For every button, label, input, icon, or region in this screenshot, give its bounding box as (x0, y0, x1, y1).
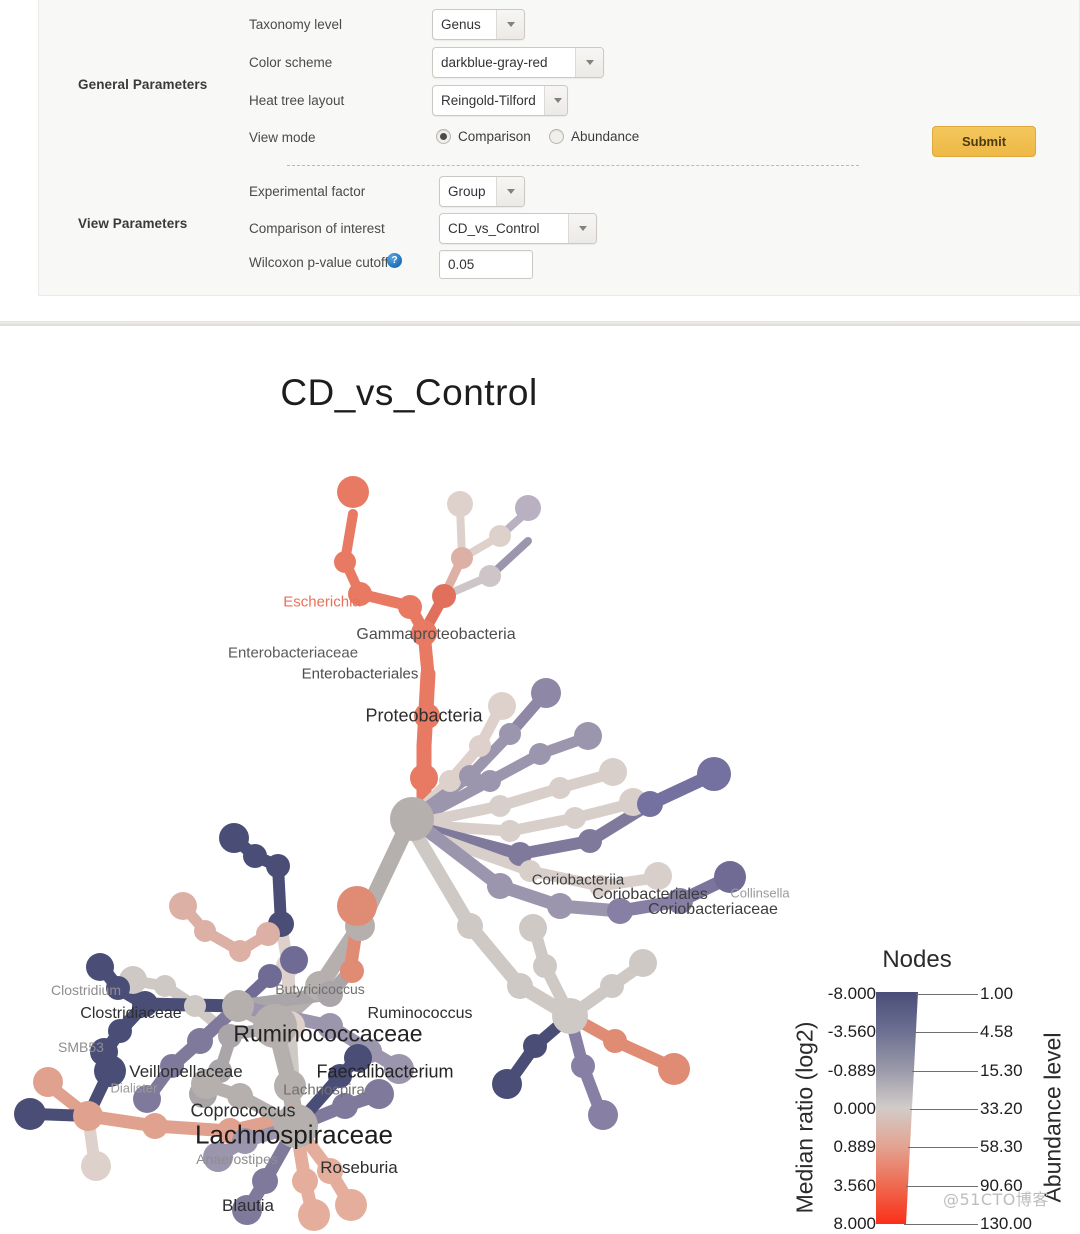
chevron-down-icon[interactable] (496, 10, 524, 39)
legend-tick-rule (904, 1224, 978, 1225)
select-taxonomy-level-value: Genus (441, 17, 481, 32)
heat-tree-plot: CD_vs_Control Escherichia Gammaproteobac… (0, 326, 1080, 1234)
legend-tick-rule (908, 1147, 978, 1149)
legend-tick-left: 0.000 (833, 1099, 876, 1118)
legend-tick-rule (910, 1109, 978, 1110)
radio-view-mode-abundance[interactable]: Abundance (549, 129, 639, 144)
section-title-view: View Parameters (78, 216, 188, 231)
watermark: @51CTO博客 (943, 1190, 1049, 1209)
legend-tick-left: -0.889 (827, 1060, 876, 1080)
submit-button[interactable]: Submit (932, 126, 1036, 157)
legend-tick-right: 15.30 (980, 1060, 1023, 1080)
select-comparison-of-interest-value: CD_vs_Control (448, 221, 540, 236)
chevron-down-icon[interactable] (575, 48, 603, 77)
chevron-down-icon[interactable] (496, 177, 524, 206)
radio-label-abundance: Abundance (571, 129, 640, 144)
label-color-scheme: Color scheme (249, 55, 333, 70)
radio-indicator-abundance[interactable] (549, 129, 564, 144)
select-color-scheme-value: darkblue-gray-red (441, 55, 548, 70)
chevron-down-icon[interactable] (543, 86, 567, 115)
select-heat-tree-layout-value: Reingold-Tilford (441, 93, 536, 108)
radio-label-comparison: Comparison (458, 129, 531, 144)
label-taxonomy-level: Taxonomy level (249, 17, 343, 32)
legend-tick-rule (912, 1070, 978, 1072)
label-pvalue-cutoff: Wilcoxon p-value cutoff (249, 255, 389, 270)
select-experimental-factor-value: Group (448, 184, 486, 199)
color-legend: Nodes Median ratio (log2) Abundance leve… (758, 946, 1076, 1234)
select-comparison-of-interest[interactable]: CD_vs_Control (439, 213, 597, 244)
help-icon[interactable]: ? (387, 253, 402, 268)
select-experimental-factor[interactable]: Group (439, 176, 525, 207)
radio-view-mode-comparison[interactable]: Comparison (436, 129, 531, 144)
legend-tick-left: 3.560 (833, 1175, 876, 1195)
chevron-down-icon[interactable] (568, 214, 596, 243)
legend-tick-left: -8.000 (827, 984, 876, 1003)
legend-title: Nodes (882, 946, 952, 973)
legend-tick-right: 58.30 (980, 1137, 1023, 1157)
radio-indicator-comparison[interactable] (436, 129, 451, 144)
legend-tick-left: 8.000 (833, 1214, 876, 1233)
legend-tick-right: 33.20 (980, 1099, 1023, 1118)
select-heat-tree-layout[interactable]: Reingold-Tilford (432, 85, 568, 116)
label-comparison-of-interest: Comparison of interest (249, 221, 385, 236)
label-experimental-factor: Experimental factor (249, 184, 366, 199)
legend-tick-rule (914, 1032, 978, 1034)
label-heat-tree-layout: Heat tree layout (249, 93, 345, 108)
section-divider (287, 165, 859, 166)
legend-tick-left: 0.889 (833, 1137, 876, 1157)
select-color-scheme[interactable]: darkblue-gray-red (432, 47, 604, 78)
select-taxonomy-level[interactable]: Genus (432, 9, 525, 40)
legend-tick-right: 130.00 (980, 1214, 1032, 1233)
legend-tick-right: 1.00 (980, 984, 1014, 1003)
legend-tick-right: 4.58 (980, 1022, 1014, 1042)
parameters-panel: General Parameters View Parameters Taxon… (38, 0, 1080, 296)
legend-tick-left: -3.560 (827, 1022, 876, 1042)
section-title-general: General Parameters (78, 77, 208, 92)
legend-tick-rule (916, 994, 978, 995)
label-view-mode: View mode (249, 130, 316, 145)
input-pvalue-cutoff[interactable]: 0.05 (439, 250, 533, 279)
